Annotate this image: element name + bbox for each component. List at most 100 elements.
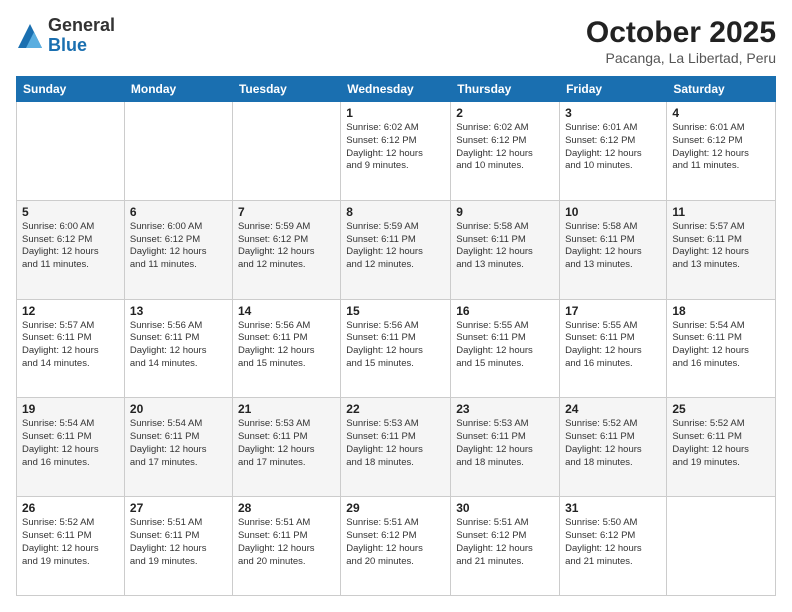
day-info: Sunrise: 5:55 AM Sunset: 6:11 PM Dayligh… bbox=[456, 320, 554, 371]
title-section: October 2025 Pacanga, La Libertad, Peru bbox=[586, 16, 776, 66]
day-number: 9 bbox=[456, 205, 554, 219]
calendar-cell: 4Sunrise: 6:01 AM Sunset: 6:12 PM Daylig… bbox=[667, 102, 776, 201]
weekday-row: SundayMondayTuesdayWednesdayThursdayFrid… bbox=[17, 77, 776, 102]
day-info: Sunrise: 5:51 AM Sunset: 6:12 PM Dayligh… bbox=[456, 517, 554, 568]
day-number: 12 bbox=[22, 304, 119, 318]
calendar-cell: 16 Sunrise: 5:55 AM Sunset: 6:11 PM Dayli… bbox=[451, 299, 560, 398]
calendar-cell: 12Sunrise: 5:57 AM Sunset: 6:11 PM Dayli… bbox=[17, 299, 125, 398]
calendar-week: 12Sunrise: 5:57 AM Sunset: 6:11 PM Dayli… bbox=[17, 299, 776, 398]
calendar-cell bbox=[17, 102, 125, 201]
day-number: 17 bbox=[565, 304, 661, 318]
logo-blue: Blue bbox=[48, 36, 115, 56]
day-info: Sunrise: 5:56 AM Sunset: 6:11 PM Dayligh… bbox=[346, 320, 445, 371]
day-info: Sunrise: 6:00 AM Sunset: 6:12 PM Dayligh… bbox=[130, 221, 227, 272]
header: General Blue October 2025 Pacanga, La Li… bbox=[16, 16, 776, 66]
calendar-cell: 27Sunrise: 5:51 AM Sunset: 6:11 PM Dayli… bbox=[124, 497, 232, 596]
day-info: Sunrise: 5:57 AM Sunset: 6:11 PM Dayligh… bbox=[672, 221, 770, 272]
day-info: Sunrise: 5:52 AM Sunset: 6:11 PM Dayligh… bbox=[565, 418, 661, 469]
calendar-cell: 29Sunrise: 5:51 AM Sunset: 6:12 PM Dayli… bbox=[341, 497, 451, 596]
calendar-cell: 31Sunrise: 5:50 AM Sunset: 6:12 PM Dayli… bbox=[560, 497, 667, 596]
day-number: 1 bbox=[346, 106, 445, 120]
calendar-cell: 11 Sunrise: 5:57 AM Sunset: 6:11 PM Dayli… bbox=[667, 200, 776, 299]
logo-text: General Blue bbox=[48, 16, 115, 56]
calendar-cell: 15 Sunrise: 5:56 AM Sunset: 6:11 PM Dayli… bbox=[341, 299, 451, 398]
calendar-cell: 18 Sunrise: 5:54 AM Sunset: 6:11 PM Dayli… bbox=[667, 299, 776, 398]
calendar-cell: 13 Sunrise: 5:56 AM Sunset: 6:11 PM Dayli… bbox=[124, 299, 232, 398]
calendar-week: 19Sunrise: 5:54 AM Sunset: 6:11 PM Dayli… bbox=[17, 398, 776, 497]
day-number: 19 bbox=[22, 402, 119, 416]
day-info: Sunrise: 6:01 AM Sunset: 6:12 PM Dayligh… bbox=[565, 122, 661, 173]
day-number: 18 bbox=[672, 304, 770, 318]
day-info: Sunrise: 5:51 AM Sunset: 6:11 PM Dayligh… bbox=[238, 517, 335, 568]
day-number: 8 bbox=[346, 205, 445, 219]
calendar-cell: 25Sunrise: 5:52 AM Sunset: 6:11 PM Dayli… bbox=[667, 398, 776, 497]
day-number: 2 bbox=[456, 106, 554, 120]
calendar-cell: 9Sunrise: 5:58 AM Sunset: 6:11 PM Daylig… bbox=[451, 200, 560, 299]
day-number: 6 bbox=[130, 205, 227, 219]
day-number: 3 bbox=[565, 106, 661, 120]
day-number: 24 bbox=[565, 402, 661, 416]
weekday-header: Sunday bbox=[17, 77, 125, 102]
day-info: Sunrise: 5:52 AM Sunset: 6:11 PM Dayligh… bbox=[22, 517, 119, 568]
day-info: Sunrise: 5:54 AM Sunset: 6:11 PM Dayligh… bbox=[672, 320, 770, 371]
calendar-cell: 7Sunrise: 5:59 AM Sunset: 6:12 PM Daylig… bbox=[232, 200, 340, 299]
day-number: 7 bbox=[238, 205, 335, 219]
calendar-cell: 8 Sunrise: 5:59 AM Sunset: 6:11 PM Daylig… bbox=[341, 200, 451, 299]
day-number: 26 bbox=[22, 501, 119, 515]
logo-general: General bbox=[48, 16, 115, 36]
day-info: Sunrise: 5:50 AM Sunset: 6:12 PM Dayligh… bbox=[565, 517, 661, 568]
calendar-cell: 30 Sunrise: 5:51 AM Sunset: 6:12 PM Dayli… bbox=[451, 497, 560, 596]
day-number: 21 bbox=[238, 402, 335, 416]
day-number: 23 bbox=[456, 402, 554, 416]
weekday-header: Thursday bbox=[451, 77, 560, 102]
day-number: 16 bbox=[456, 304, 554, 318]
day-info: Sunrise: 5:53 AM Sunset: 6:11 PM Dayligh… bbox=[238, 418, 335, 469]
calendar-cell: 21 Sunrise: 5:53 AM Sunset: 6:11 PM Dayli… bbox=[232, 398, 340, 497]
day-info: Sunrise: 5:58 AM Sunset: 6:11 PM Dayligh… bbox=[565, 221, 661, 272]
day-info: Sunrise: 5:56 AM Sunset: 6:11 PM Dayligh… bbox=[130, 320, 227, 371]
calendar: SundayMondayTuesdayWednesdayThursdayFrid… bbox=[16, 76, 776, 596]
calendar-cell: 3 Sunrise: 6:01 AM Sunset: 6:12 PM Daylig… bbox=[560, 102, 667, 201]
day-number: 13 bbox=[130, 304, 227, 318]
calendar-cell: 14 Sunrise: 5:56 AM Sunset: 6:11 PM Dayli… bbox=[232, 299, 340, 398]
day-info: Sunrise: 5:53 AM Sunset: 6:11 PM Dayligh… bbox=[346, 418, 445, 469]
day-info: Sunrise: 5:56 AM Sunset: 6:11 PM Dayligh… bbox=[238, 320, 335, 371]
day-number: 10 bbox=[565, 205, 661, 219]
day-number: 15 bbox=[346, 304, 445, 318]
calendar-cell: 19Sunrise: 5:54 AM Sunset: 6:11 PM Dayli… bbox=[17, 398, 125, 497]
calendar-cell bbox=[124, 102, 232, 201]
weekday-header: Friday bbox=[560, 77, 667, 102]
day-info: Sunrise: 6:00 AM Sunset: 6:12 PM Dayligh… bbox=[22, 221, 119, 272]
location: Pacanga, La Libertad, Peru bbox=[586, 50, 776, 66]
page: General Blue October 2025 Pacanga, La Li… bbox=[0, 0, 792, 612]
day-info: Sunrise: 6:02 AM Sunset: 6:12 PM Dayligh… bbox=[456, 122, 554, 173]
calendar-week: 1 Sunrise: 6:02 AM Sunset: 6:12 PM Daylig… bbox=[17, 102, 776, 201]
calendar-cell: 6 Sunrise: 6:00 AM Sunset: 6:12 PM Daylig… bbox=[124, 200, 232, 299]
day-info: Sunrise: 5:53 AM Sunset: 6:11 PM Dayligh… bbox=[456, 418, 554, 469]
weekday-header: Monday bbox=[124, 77, 232, 102]
calendar-cell: 23 Sunrise: 5:53 AM Sunset: 6:11 PM Dayli… bbox=[451, 398, 560, 497]
day-info: Sunrise: 5:52 AM Sunset: 6:11 PM Dayligh… bbox=[672, 418, 770, 469]
day-info: Sunrise: 6:01 AM Sunset: 6:12 PM Dayligh… bbox=[672, 122, 770, 173]
calendar-cell bbox=[667, 497, 776, 596]
day-info: Sunrise: 5:51 AM Sunset: 6:12 PM Dayligh… bbox=[346, 517, 445, 568]
day-info: Sunrise: 5:51 AM Sunset: 6:11 PM Dayligh… bbox=[130, 517, 227, 568]
day-number: 22 bbox=[346, 402, 445, 416]
day-number: 5 bbox=[22, 205, 119, 219]
calendar-week: 26 Sunrise: 5:52 AM Sunset: 6:11 PM Dayli… bbox=[17, 497, 776, 596]
calendar-cell: 5 Sunrise: 6:00 AM Sunset: 6:12 PM Daylig… bbox=[17, 200, 125, 299]
day-info: Sunrise: 6:02 AM Sunset: 6:12 PM Dayligh… bbox=[346, 122, 445, 173]
day-number: 30 bbox=[456, 501, 554, 515]
calendar-cell: 10 Sunrise: 5:58 AM Sunset: 6:11 PM Dayli… bbox=[560, 200, 667, 299]
calendar-cell: 24 Sunrise: 5:52 AM Sunset: 6:11 PM Dayli… bbox=[560, 398, 667, 497]
calendar-header: SundayMondayTuesdayWednesdayThursdayFrid… bbox=[17, 77, 776, 102]
logo: General Blue bbox=[16, 16, 115, 56]
calendar-week: 5 Sunrise: 6:00 AM Sunset: 6:12 PM Daylig… bbox=[17, 200, 776, 299]
calendar-cell: 2 Sunrise: 6:02 AM Sunset: 6:12 PM Daylig… bbox=[451, 102, 560, 201]
calendar-cell: 17Sunrise: 5:55 AM Sunset: 6:11 PM Dayli… bbox=[560, 299, 667, 398]
calendar-cell: 26 Sunrise: 5:52 AM Sunset: 6:11 PM Dayli… bbox=[17, 497, 125, 596]
day-number: 14 bbox=[238, 304, 335, 318]
day-info: Sunrise: 5:59 AM Sunset: 6:11 PM Dayligh… bbox=[346, 221, 445, 272]
calendar-cell: 1 Sunrise: 6:02 AM Sunset: 6:12 PM Daylig… bbox=[341, 102, 451, 201]
day-number: 11 bbox=[672, 205, 770, 219]
